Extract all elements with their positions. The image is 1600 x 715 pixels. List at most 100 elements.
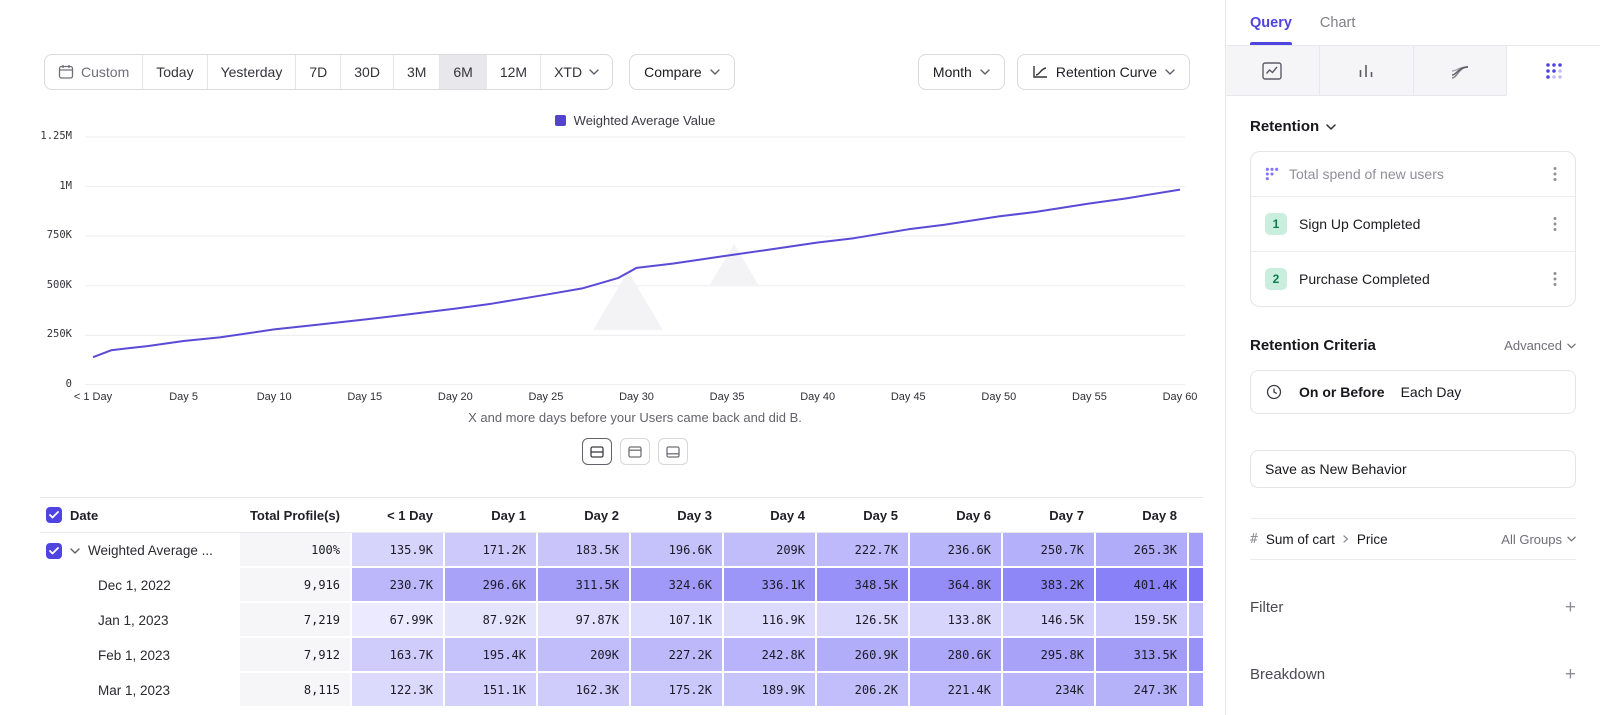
total-profiles-cell: 9,916 [240,568,350,603]
behavior-header[interactable]: Total spend of new users [1251,152,1575,196]
report-type-tabs [1226,46,1600,96]
layout-top-toggle[interactable] [620,438,650,465]
behavior-title: Total spend of new users [1289,166,1539,182]
criteria-mode-dropdown[interactable]: Advanced [1504,338,1576,353]
compare-button[interactable]: Compare [629,54,735,90]
kebab-icon[interactable] [1549,269,1561,289]
section-label: Retention [1250,118,1319,135]
group-dropdown[interactable]: All Groups [1501,532,1576,547]
value-cell: 209K [722,533,815,568]
report-type-funnels[interactable] [1319,46,1413,96]
group-label: All Groups [1501,532,1562,547]
range-30d[interactable]: 30D [341,55,394,89]
range-today[interactable]: Today [143,55,207,89]
checkbox[interactable] [46,507,62,523]
value-cell: 162.3K [536,673,629,708]
range-xtd[interactable]: XTD [541,55,612,89]
range-label: 7D [309,64,327,80]
chart-legend: Weighted Average Value [85,113,1185,128]
layout-split-toggle[interactable] [582,438,612,465]
total-profiles-cell: 7,912 [240,638,350,673]
row-label: Feb 1, 2023 [98,648,170,663]
criteria-heading: Retention Criteria [1250,337,1376,354]
date-range-control: Custom TodayYesterday 7D 30D 3M 6M 12MXTD [44,54,613,90]
legend-swatch [555,115,566,126]
table-row: Weighted Average ...100%135.9K171.2K183.… [40,533,1203,568]
total-profiles-cell: 8,115 [240,673,350,708]
range-yesterday[interactable]: Yesterday [208,55,297,89]
app: Custom TodayYesterday 7D 30D 3M 6M 12MXTD Comp… [0,0,1600,715]
x-axis-caption: X and more days before your Users came b… [85,410,1185,425]
range-label: 30D [354,64,380,80]
x-axis-tick: Day 45 [891,391,926,403]
range-custom[interactable]: Custom [45,55,143,89]
criteria-card[interactable]: On or Before Each Day [1250,370,1576,414]
value-cell: 313.5K [1094,638,1187,673]
value-cell: 116.9K [722,603,815,638]
chart-style-button[interactable]: Retention Curve [1017,54,1190,90]
metric-property: Price [1357,532,1388,547]
kebab-icon[interactable] [1549,214,1561,234]
range-label: Custom [81,64,129,80]
row-label: Mar 1, 2023 [98,683,170,698]
value-cell: 311.5K [536,568,629,603]
value-cell: 189.9K [722,673,815,708]
save-behavior-button[interactable]: Save as New Behavior [1250,450,1576,488]
y-axis-tick: 750K [0,229,72,241]
column-header: Day 4 [722,498,815,532]
granularity-label: Month [933,64,972,80]
behavior-step-2[interactable]: 2 Purchase Completed [1251,251,1575,306]
row-date-cell[interactable]: Weighted Average ... [40,533,240,568]
report-type-flows[interactable] [1413,46,1507,96]
row-date-cell[interactable]: Mar 1, 2023 [40,673,240,708]
value-cell: 296.6K [443,568,536,603]
value-cell: 383.2K [1001,568,1094,603]
chevron-down-icon [710,69,720,75]
row-date-cell[interactable]: Jan 1, 2023 [40,603,240,638]
retention-chart [85,130,1185,385]
value-cell: 230.7K [350,568,443,603]
breakdown-label: Breakdown [1250,666,1325,683]
metric-row[interactable]: # Sum of cart Price All Groups [1250,518,1576,560]
y-axis-tick: 1.25M [0,130,72,142]
table-row: Feb 1, 20237,912163.7K195.4K209K227.2K24… [40,638,1203,673]
date-header-cell: Date [40,498,240,532]
tab-query[interactable]: Query [1250,0,1292,45]
report-toolbar: Custom TodayYesterday 7D 30D 3M 6M 12MXTD Comp… [44,54,1190,90]
report-type-retention[interactable] [1506,46,1600,96]
range-12m[interactable]: 12M [487,55,541,89]
range-7d[interactable]: 7D [296,55,341,89]
row-date-cell[interactable]: Feb 1, 2023 [40,638,240,673]
value-cell: 364.8K [908,568,1001,603]
value-cell: 227.2K [629,638,722,673]
toolbar-right-group: Month Retention Curve [918,54,1190,90]
kebab-icon[interactable] [1549,164,1561,184]
section-dropdown[interactable]: Retention [1250,118,1576,135]
retention-table: DateTotal Profile(s)< 1 DayDay 1Day 2Day… [40,497,1203,708]
row-label: Dec 1, 2022 [98,578,171,593]
retention-curve-plot [85,130,1185,385]
tab-chart[interactable]: Chart [1320,0,1355,45]
column-header: < 1 Day [350,498,443,532]
add-breakdown-button[interactable]: + [1565,665,1576,684]
value-cell: 135.9K [350,533,443,568]
range-label: 6M [453,64,472,80]
value-cell: 348.5K [815,568,908,603]
checkbox[interactable] [46,543,62,559]
granularity-button[interactable]: Month [918,54,1005,90]
expand-chevron-icon[interactable] [70,548,80,554]
range-3m[interactable]: 3M [394,55,440,89]
hash-icon: # [1250,532,1258,547]
value-cell: 97.87K [536,603,629,638]
layout-bottom-toggle[interactable] [658,438,688,465]
checkbox-check-icon [49,511,59,519]
add-filter-button[interactable]: + [1565,598,1576,617]
chevron-down-icon [1326,124,1336,130]
behavior-step-1[interactable]: 1 Sign Up Completed [1251,196,1575,251]
report-type-insights[interactable] [1226,46,1319,96]
row-date-cell[interactable]: Dec 1, 2022 [40,568,240,603]
step-number-badge: 1 [1265,213,1287,235]
value-cell: 209K [536,638,629,673]
main-panel: Custom TodayYesterday 7D 30D 3M 6M 12MXTD Comp… [0,0,1225,715]
range-6m[interactable]: 6M [440,55,486,89]
